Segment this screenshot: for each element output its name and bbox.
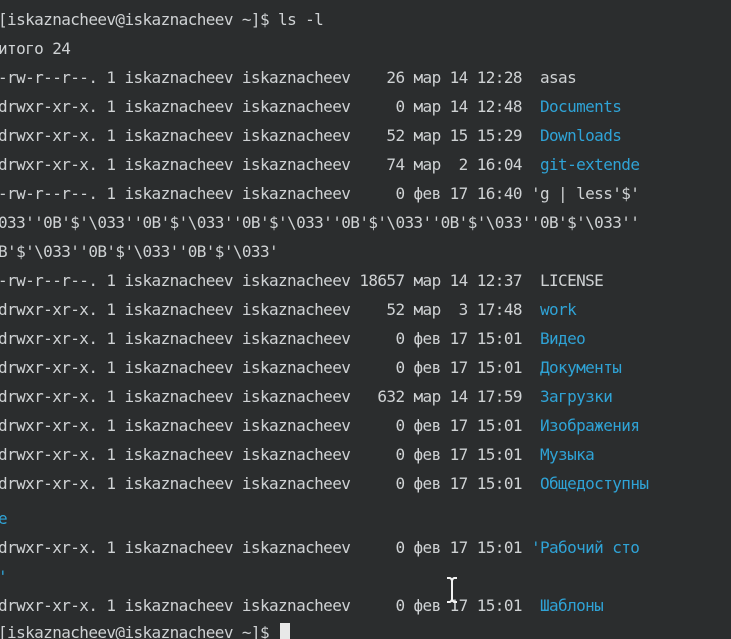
listing-row: drwxr-xr-x. 1 iskaznacheev iskaznacheev … — [0, 298, 577, 322]
wrapped-line: 033''0B'$'\033''0B'$'\033''0B'$'\033''0B… — [0, 213, 640, 232]
row-details: drwxr-xr-x. 1 iskaznacheev iskaznacheev … — [0, 126, 540, 145]
listing-row: -rw-r--r--. 1 iskaznacheev iskaznacheev … — [0, 182, 640, 206]
file-name: LICENSE — [539, 271, 604, 290]
directory-name: Изображения — [539, 416, 640, 435]
listing-row: drwxr-xr-x. 1 iskaznacheev iskaznacheev … — [0, 95, 622, 119]
row-details: -rw-r--r--. 1 iskaznacheev iskaznacheev … — [0, 271, 540, 290]
listing-row: -rw-r--r--. 1 iskaznacheev iskaznacheev … — [0, 66, 577, 90]
command-text: ls -l — [278, 10, 324, 29]
row-details: drwxr-xr-x. 1 iskaznacheev iskaznacheev … — [0, 474, 540, 493]
listing-row: drwxr-xr-x. 1 iskaznacheev iskaznacheev … — [0, 153, 640, 177]
listing-row: drwxr-xr-x. 1 iskaznacheev iskaznacheev … — [0, 327, 586, 351]
listing-row: drwxr-xr-x. 1 iskaznacheev iskaznacheev … — [0, 356, 622, 380]
directory-name: Общедоступны — [539, 474, 649, 493]
listing-row: drwxr-xr-x. 1 iskaznacheev iskaznacheev … — [0, 414, 640, 438]
prompt: [iskaznacheev@iskaznacheev ~]$ — [0, 623, 279, 639]
file-name: 'g | less'$' — [530, 184, 640, 203]
row-details: drwxr-xr-x. 1 iskaznacheev iskaznacheev … — [0, 445, 540, 464]
row-details: drwxr-xr-x. 1 iskaznacheev iskaznacheev … — [0, 300, 540, 319]
file-name: asas — [539, 68, 577, 87]
directory-name: 'Рабочий сто — [530, 538, 640, 557]
listing-row: -rw-r--r--. 1 iskaznacheev iskaznacheev … — [0, 269, 604, 293]
listing-row: drwxr-xr-x. 1 iskaznacheev iskaznacheev … — [0, 536, 640, 560]
row-details: -rw-r--r--. 1 iskaznacheev iskaznacheev … — [0, 68, 540, 87]
row-details: drwxr-xr-x. 1 iskaznacheev iskaznacheev … — [0, 416, 540, 435]
directory-name: Documents — [539, 97, 622, 116]
text-cursor — [280, 623, 291, 639]
directory-name: git-extende — [539, 155, 640, 174]
wrapped-name-tail: ' — [0, 565, 8, 589]
listing-row: drwxr-xr-x. 1 iskaznacheev iskaznacheev … — [0, 594, 604, 618]
directory-name: Downloads — [539, 126, 622, 145]
listing-row: drwxr-xr-x. 1 iskaznacheev iskaznacheev … — [0, 472, 649, 496]
listing-row: drwxr-xr-x. 1 iskaznacheev iskaznacheev … — [0, 124, 622, 148]
wrapped-line: B'$'\033''0B'$'\033''0B'$'\033' — [0, 242, 279, 261]
ibeam-cursor-icon — [447, 577, 457, 603]
row-details: drwxr-xr-x. 1 iskaznacheev iskaznacheev … — [0, 97, 540, 116]
row-details: -rw-r--r--. 1 iskaznacheev iskaznacheev … — [0, 184, 531, 203]
row-details: drwxr-xr-x. 1 iskaznacheev iskaznacheev … — [0, 155, 540, 174]
prompt: [iskaznacheev@iskaznacheev ~]$ — [0, 10, 279, 29]
directory-name: Загрузки — [539, 387, 613, 406]
row-details: drwxr-xr-x. 1 iskaznacheev iskaznacheev … — [0, 538, 531, 557]
directory-name: Документы — [539, 358, 622, 377]
row-details: drwxr-xr-x. 1 iskaznacheev iskaznacheev … — [0, 358, 540, 377]
terminal-window[interactable]: [iskaznacheev@iskaznacheev ~]$ ls -l ито… — [0, 0, 731, 639]
row-details: drwxr-xr-x. 1 iskaznacheev iskaznacheev … — [0, 329, 540, 348]
prompt-line[interactable]: [iskaznacheev@iskaznacheev ~]$ — [0, 621, 291, 639]
total-line: итого 24 — [0, 39, 71, 58]
directory-name: Шаблоны — [539, 596, 604, 615]
listing-row: drwxr-xr-x. 1 iskaznacheev iskaznacheev … — [0, 385, 613, 409]
listing-row: drwxr-xr-x. 1 iskaznacheev iskaznacheev … — [0, 443, 595, 467]
wrapped-name-tail: е — [0, 509, 8, 528]
directory-name: work — [539, 300, 577, 319]
directory-name: Музыка — [539, 445, 595, 464]
row-details: drwxr-xr-x. 1 iskaznacheev iskaznacheev … — [0, 387, 540, 406]
prompt-line: [iskaznacheev@iskaznacheev ~]$ ls -l — [0, 8, 324, 32]
directory-name: Видео — [539, 329, 586, 348]
